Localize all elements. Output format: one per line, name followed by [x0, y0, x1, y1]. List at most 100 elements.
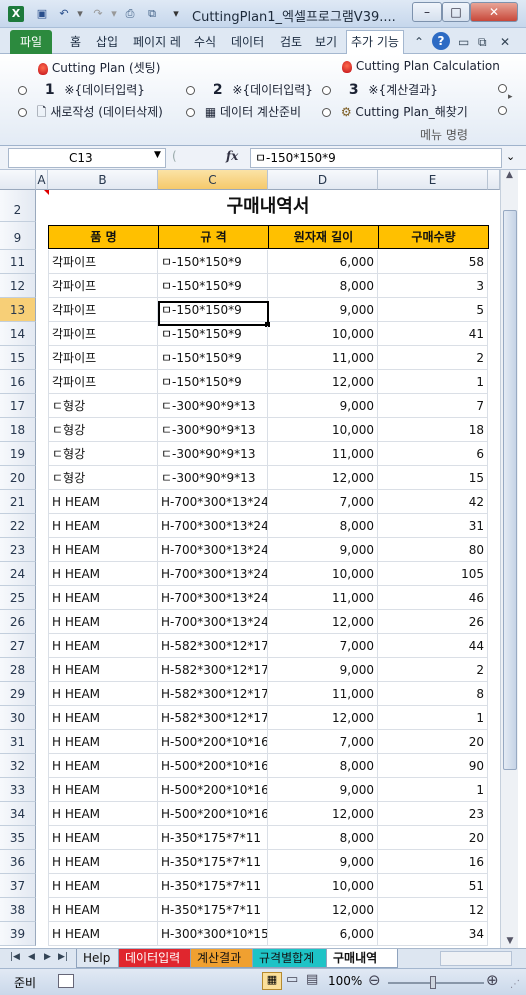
formula-input[interactable]: ㅁ-150*150*9 — [250, 148, 502, 168]
cell-name[interactable]: ㄷ형강 — [48, 466, 158, 490]
cell-spec[interactable]: H-300*300*10*15 — [158, 922, 268, 946]
tab-page-layout[interactable]: 페이지 레 — [133, 31, 181, 53]
cell-name[interactable]: ㄷ형강 — [48, 442, 158, 466]
cell-spec[interactable]: H-350*175*7*11 — [158, 850, 268, 874]
ribbon-minimize-icon[interactable]: ▭ — [458, 31, 469, 53]
spreadsheet-grid[interactable]: A B C D E 2 구매내역서 9 품 명 규 격 원자재 길이 구매수량 … — [0, 170, 526, 948]
cell-qty[interactable]: 18 — [378, 418, 488, 442]
tab-addins[interactable]: 추가 기능 — [346, 30, 404, 54]
cell-spec[interactable]: H-582*300*12*17 — [158, 634, 268, 658]
undo-dropdown-icon[interactable]: ▾ — [72, 6, 88, 22]
tab-formulas[interactable]: 수식 — [194, 31, 216, 53]
cell-qty[interactable]: 1 — [378, 706, 488, 730]
cell-length[interactable]: 6,000 — [268, 922, 378, 946]
cell-name[interactable]: H HEAM — [48, 826, 158, 850]
cell-name[interactable]: H HEAM — [48, 490, 158, 514]
tab-insert[interactable]: 삽입 — [96, 31, 118, 53]
radio-icon[interactable] — [18, 108, 27, 117]
cell-name[interactable]: 각파이프 — [48, 370, 158, 394]
row-header[interactable]: 23 — [0, 538, 36, 562]
cell-length[interactable]: 9,000 — [268, 778, 378, 802]
cell-length[interactable]: 10,000 — [268, 874, 378, 898]
row-header[interactable]: 39 — [0, 922, 36, 946]
cell-qty[interactable]: 2 — [378, 658, 488, 682]
row-header[interactable]: 34 — [0, 802, 36, 826]
cell-spec[interactable]: H-582*300*12*17 — [158, 682, 268, 706]
cell-spec[interactable]: ㅁ-150*150*9 — [158, 370, 268, 394]
cell-qty[interactable]: 31 — [378, 514, 488, 538]
cell-qty[interactable]: 5 — [378, 298, 488, 322]
cell-name[interactable]: H HEAM — [48, 706, 158, 730]
cell-name[interactable]: 각파이프 — [48, 322, 158, 346]
redo-icon[interactable]: ↷ — [90, 6, 106, 22]
page-layout-view-icon[interactable]: ▭ — [286, 972, 298, 987]
cell-length[interactable]: 12,000 — [268, 610, 378, 634]
row-header[interactable]: 22 — [0, 514, 36, 538]
customize-toolbar-icon[interactable]: ▾ — [168, 6, 184, 22]
cell-length[interactable]: 10,000 — [268, 418, 378, 442]
maximize-button[interactable]: □ — [442, 2, 470, 22]
sheet-tab[interactable]: 규격별합계 — [252, 949, 328, 968]
row-header[interactable]: 20 — [0, 466, 36, 490]
cell-spec[interactable]: H-700*300*13*24 — [158, 562, 268, 586]
cell-spec[interactable]: ㅁ-150*150*9 — [158, 346, 268, 370]
window-switch-icon[interactable]: ⧉ — [144, 6, 160, 22]
column-header-e[interactable]: E — [378, 170, 488, 190]
cell-qty[interactable]: 3 — [378, 274, 488, 298]
cell-length[interactable]: 12,000 — [268, 898, 378, 922]
cell-length[interactable]: 12,000 — [268, 802, 378, 826]
cell-spec[interactable]: H-700*300*13*24 — [158, 490, 268, 514]
save-icon[interactable]: ▣ — [34, 6, 50, 22]
extra-option-2[interactable] — [498, 103, 507, 117]
row-header[interactable]: 24 — [0, 562, 36, 586]
column-header-b[interactable]: B — [48, 170, 158, 190]
row-header[interactable]: 35 — [0, 826, 36, 850]
prep-button[interactable]: ▦ 데이터 계산준비 — [186, 103, 301, 120]
cell-length[interactable]: 12,000 — [268, 466, 378, 490]
find-button[interactable]: ⚙ Cutting Plan_해찾기 — [322, 103, 468, 120]
cell-spec[interactable]: ㄷ-300*90*9*13 — [158, 418, 268, 442]
cell-name[interactable]: H HEAM — [48, 754, 158, 778]
column-header-c[interactable]: C — [158, 170, 268, 190]
insert-function-icon[interactable]: fx — [226, 149, 238, 163]
resize-grip-icon[interactable]: ⋰ — [510, 979, 520, 990]
cell-qty[interactable]: 23 — [378, 802, 488, 826]
cell-spec[interactable]: ㄷ-300*90*9*13 — [158, 394, 268, 418]
cell-spec[interactable]: H-350*175*7*11 — [158, 898, 268, 922]
row-header[interactable]: 11 — [0, 250, 36, 274]
cell-qty[interactable]: 2 — [378, 346, 488, 370]
zoom-slider-track[interactable] — [388, 982, 484, 984]
tab-review[interactable]: 검토 — [280, 31, 302, 53]
cell-qty[interactable]: 80 — [378, 538, 488, 562]
zoom-in-icon[interactable]: ⊕ — [486, 971, 499, 989]
tab-data[interactable]: 데이터 — [231, 31, 264, 53]
cell-length[interactable]: 8,000 — [268, 754, 378, 778]
cell-length[interactable]: 10,000 — [268, 562, 378, 586]
zoom-slider-thumb[interactable] — [430, 976, 436, 989]
step2-option[interactable]: 2 ※{데이터입력} — [186, 81, 313, 98]
collapse-ribbon-icon[interactable]: ⌃ — [414, 31, 424, 53]
page-break-view-icon[interactable]: ▤ — [306, 972, 318, 987]
radio-icon[interactable] — [498, 84, 507, 93]
vertical-scrollbar[interactable]: ▲ ▼ — [500, 170, 518, 948]
cell-name[interactable]: H HEAM — [48, 634, 158, 658]
cell-length[interactable]: 9,000 — [268, 658, 378, 682]
ribbon-scroll-icon[interactable]: ▸ — [508, 92, 513, 102]
cell-name[interactable]: ㄷ형강 — [48, 394, 158, 418]
row-header[interactable]: 25 — [0, 586, 36, 610]
cell-name[interactable]: 각파이프 — [48, 298, 158, 322]
cell-name[interactable]: H HEAM — [48, 514, 158, 538]
cell-length[interactable]: 9,000 — [268, 298, 378, 322]
cell-name[interactable]: ㄷ형강 — [48, 418, 158, 442]
zoom-level[interactable]: 100% — [328, 974, 362, 988]
cell-qty[interactable]: 15 — [378, 466, 488, 490]
cell-qty[interactable]: 26 — [378, 610, 488, 634]
row-header[interactable]: 14 — [0, 322, 36, 346]
cell-name[interactable]: H HEAM — [48, 538, 158, 562]
cell-length[interactable]: 11,000 — [268, 442, 378, 466]
cell-spec[interactable]: H-350*175*7*11 — [158, 874, 268, 898]
next-sheet-icon[interactable]: ▶ — [44, 952, 51, 962]
cell-qty[interactable]: 16 — [378, 850, 488, 874]
horizontal-scrollbar[interactable] — [440, 951, 512, 966]
cell-spec[interactable]: H-582*300*12*17 — [158, 658, 268, 682]
